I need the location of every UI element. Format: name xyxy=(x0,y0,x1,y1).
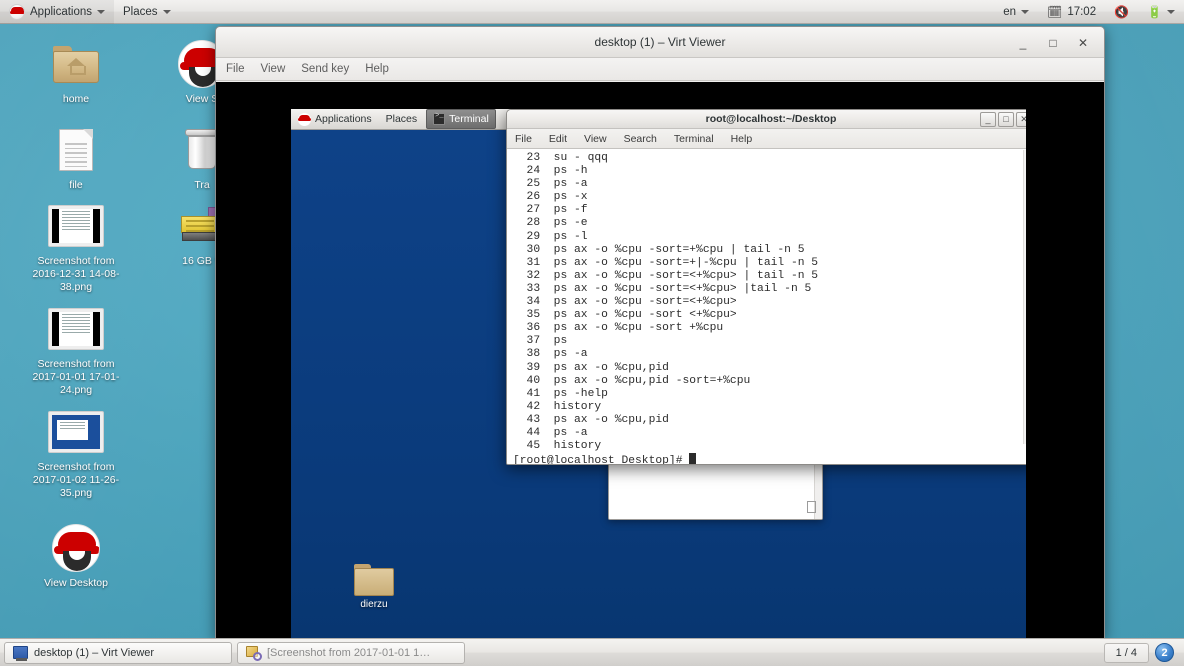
virt-viewer-icon xyxy=(13,646,28,661)
folder-home-icon xyxy=(24,38,128,90)
volume-applet[interactable]: 🔇 xyxy=(1105,0,1138,24)
language-indicator[interactable]: en xyxy=(994,0,1038,24)
guest-desktop-icon-dierzu[interactable]: dierzu xyxy=(339,564,409,610)
desktop-icon-label: home xyxy=(62,93,90,105)
resize-grip[interactable] xyxy=(807,501,816,513)
redhat-logo-icon xyxy=(9,3,25,20)
host-taskbar-button-screenshot[interactable]: [Screenshot from 2017-01-01 1… xyxy=(237,641,465,664)
places-menu[interactable]: Places xyxy=(114,0,180,24)
chevron-down-icon xyxy=(1021,9,1030,14)
desktop-icon-home[interactable]: home xyxy=(24,38,128,106)
maximize-button[interactable]: □ xyxy=(1046,36,1060,50)
guest-places-label: Places xyxy=(385,113,418,125)
menu-view[interactable]: View xyxy=(582,133,609,145)
image-viewer-icon xyxy=(246,645,262,661)
screen: home View S file Tra Screenshot from 201… xyxy=(0,0,1184,666)
virt-viewer-display[interactable]: dierzu _ □ ✕ 04:02:03 2017 xyxy=(216,82,1104,638)
menu-file[interactable]: File xyxy=(226,63,245,75)
redhat-logo-icon xyxy=(298,112,311,126)
terminal-scrollbar[interactable] xyxy=(1023,150,1026,444)
host-taskbar: desktop (1) – Virt Viewer [Screenshot fr… xyxy=(0,638,1184,666)
clock-applet[interactable]: 🗓 17:02 xyxy=(1038,0,1105,24)
chevron-down-icon xyxy=(1167,9,1175,14)
desktop-icon-screenshot-3[interactable]: Screenshot from 2017-01-02 11-26-35.png xyxy=(24,406,128,500)
terminal-title: root@localhost:~/Desktop xyxy=(705,113,837,125)
virt-viewer-window[interactable]: desktop (1) – Virt Viewer _ □ ✕ File Vie… xyxy=(215,26,1105,639)
applications-menu[interactable]: Applications xyxy=(0,0,115,24)
redhat-disc-icon xyxy=(24,522,128,574)
virt-viewer-menubar: File View Send key Help xyxy=(216,58,1104,81)
terminal-output: 23 su - qqq 24 ps -h 25 ps -a 26 ps -x 2… xyxy=(507,152,1026,464)
terminal-cursor xyxy=(689,453,697,464)
host-taskbar-right: 1 / 4 2 xyxy=(1103,642,1180,663)
menu-search[interactable]: Search xyxy=(622,133,659,145)
virt-viewer-titlebar[interactable]: desktop (1) – Virt Viewer _ □ ✕ xyxy=(216,27,1104,58)
text-file-icon xyxy=(24,124,128,176)
window-title: desktop (1) – Virt Viewer xyxy=(594,35,726,49)
host-workspace-indicator[interactable]: 2 xyxy=(1155,643,1174,662)
guest-applications-label: Applications xyxy=(315,113,372,125)
minimize-button[interactable]: _ xyxy=(1016,36,1030,50)
clock-label: 17:02 xyxy=(1067,5,1097,18)
screenshot-thumbnail-icon xyxy=(24,303,128,355)
guest-desktop[interactable]: dierzu _ □ ✕ 04:02:03 2017 xyxy=(291,109,1026,638)
guest-task-label: Terminal xyxy=(449,113,489,125)
minimize-button[interactable]: _ xyxy=(980,112,996,127)
chevron-down-icon xyxy=(97,9,106,14)
menu-help[interactable]: Help xyxy=(729,133,755,145)
terminal-prompt: [root@localhost Desktop]# xyxy=(513,455,690,464)
guest-applications-menu[interactable]: Applications xyxy=(291,109,379,130)
language-label: en xyxy=(1003,5,1017,18)
terminal-titlebar[interactable]: root@localhost:~/Desktop _ □ ✕ xyxy=(507,110,1026,129)
desktop-icon-label: View Desktop xyxy=(43,577,108,589)
menu-help[interactable]: Help xyxy=(365,63,389,75)
terminal-menubar: File Edit View Search Terminal Help xyxy=(507,129,1026,149)
volume-muted-icon: 🔇 xyxy=(1114,4,1130,19)
guest-desktop-icon-label: dierzu xyxy=(360,599,388,610)
desktop-icon-screenshot-1[interactable]: Screenshot from 2016-12-31 14-08-38.png xyxy=(24,200,128,294)
maximize-button[interactable]: □ xyxy=(998,112,1014,127)
terminal-window-controls: _ □ ✕ xyxy=(980,112,1026,127)
host-pager-label[interactable]: 1 / 4 xyxy=(1103,642,1149,663)
battery-icon: 🔋 xyxy=(1147,4,1162,19)
menu-file[interactable]: File xyxy=(513,133,534,145)
host-top-panel: Applications Places en 🗓 17:02 🔇 🔋 xyxy=(0,0,1184,24)
host-taskbar-button-virt-viewer[interactable]: desktop (1) – Virt Viewer xyxy=(4,641,232,664)
window-controls: _ □ ✕ xyxy=(1016,27,1098,58)
desktop-icon-label: file xyxy=(69,179,83,191)
desktop-icon-view-desktop[interactable]: View Desktop xyxy=(24,522,128,590)
folder-icon xyxy=(354,564,394,596)
desktop-icon-screenshot-2[interactable]: Screenshot from 2017-01-01 17-01-24.png xyxy=(24,303,128,397)
desktop-icon-label: Screenshot from 2017-01-02 11-26-35.png xyxy=(32,461,120,499)
host-taskbar-label: [Screenshot from 2017-01-01 1… xyxy=(267,646,431,659)
menu-terminal[interactable]: Terminal xyxy=(672,133,716,145)
menu-send-key[interactable]: Send key xyxy=(301,63,349,75)
close-button[interactable]: ✕ xyxy=(1076,36,1090,50)
desktop-icon-label: Screenshot from 2016-12-31 14-08-38.png xyxy=(32,255,120,293)
screenshot-thumbnail-icon xyxy=(24,200,128,252)
guest-places-menu[interactable]: Places xyxy=(379,109,425,130)
battery-applet[interactable]: 🔋 xyxy=(1138,0,1184,24)
guest-window-task-terminal[interactable]: Terminal xyxy=(426,109,496,129)
desktop-icon-file[interactable]: file xyxy=(24,124,128,192)
screenshot-thumbnail-icon xyxy=(24,406,128,458)
menu-view[interactable]: View xyxy=(261,63,286,75)
menu-edit[interactable]: Edit xyxy=(547,133,569,145)
close-button[interactable]: ✕ xyxy=(1016,112,1026,127)
desktop-icon-label: Screenshot from 2017-01-01 17-01-24.png xyxy=(32,358,120,396)
host-taskbar-label: desktop (1) – Virt Viewer xyxy=(34,646,155,659)
calendar-icon: 🗓 xyxy=(1047,4,1063,19)
terminal-window[interactable]: root@localhost:~/Desktop _ □ ✕ File Edit… xyxy=(506,109,1026,465)
places-label: Places xyxy=(123,5,158,18)
terminal-content[interactable]: 23 su - qqq 24 ps -h 25 ps -a 26 ps -x 2… xyxy=(507,149,1026,464)
applications-label: Applications xyxy=(30,5,93,18)
terminal-icon xyxy=(433,112,446,125)
chevron-down-icon xyxy=(162,9,171,14)
